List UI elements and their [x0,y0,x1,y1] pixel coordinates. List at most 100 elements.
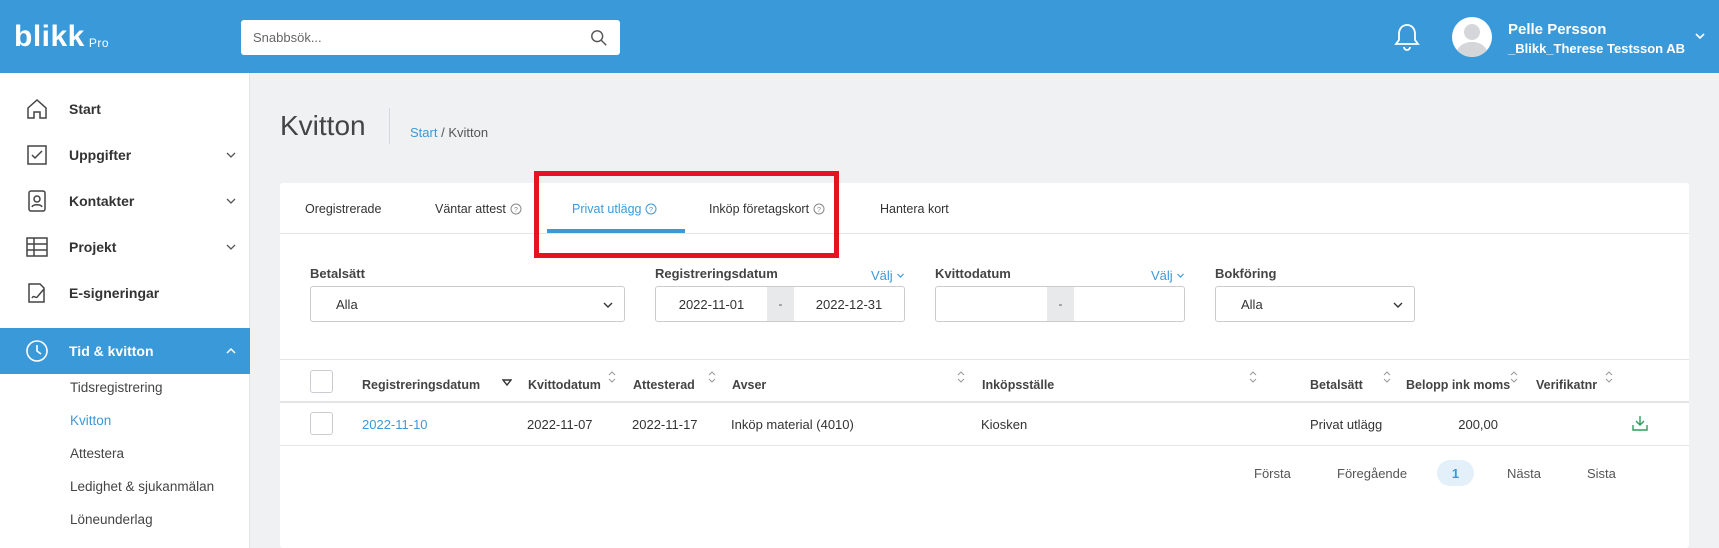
sort-icon[interactable] [1248,370,1258,384]
valj-label: Välj [1151,268,1173,283]
chevron-down-icon [603,302,613,308]
pagination-last[interactable]: Sista [1587,466,1616,481]
kvittodatum-to[interactable] [1074,287,1184,321]
tab-oregistrerade[interactable]: Oregistrerade [305,202,381,216]
sidebar-item-e-signeringar[interactable]: E-signeringar [0,270,250,316]
sidebar-item-start[interactable]: Start [0,86,250,132]
sidebar-item-label: Tid & kvitton [69,343,154,359]
kvittodatum-from[interactable] [936,287,1047,321]
valj-kvittodatum[interactable]: Välj [1151,268,1185,283]
column-header-inkopsstalle[interactable]: Inköpsställe [982,378,1054,392]
sidebar-item-kontakter[interactable]: Kontakter [0,178,250,224]
logo-suffix: Pro [88,36,110,50]
sidebar-subitem-attestera[interactable]: Attestera [70,446,124,461]
row-checkbox[interactable] [310,412,333,435]
contact-card-icon [28,190,46,212]
tab-vantar-attest[interactable]: Väntar attest? [435,202,522,216]
registreringsdatum-range: 2022-11-01 - 2022-12-31 [655,286,905,322]
chevron-down-icon [1393,302,1403,308]
sort-icon[interactable] [707,370,717,384]
tab-label: Oregistrerade [305,202,382,216]
breadcrumb-home-link[interactable]: Start [410,125,437,140]
clock-icon [26,340,48,362]
sidebar-item-label: Start [69,101,101,117]
user-company[interactable]: _Blikk_Therese Testsson AB [1508,41,1685,56]
title-divider [389,108,390,144]
sidebar-subitem-kvitton[interactable]: Kvitton [70,413,111,428]
breadcrumb-separator: / [437,125,449,140]
column-header-betalsatt[interactable]: Betalsätt [1310,378,1363,392]
cell-inkopsstalle: Kiosken [981,417,1028,432]
tab-hantera-kort[interactable]: Hantera kort [880,202,949,216]
avatar[interactable] [1452,17,1492,57]
download-icon[interactable] [1631,414,1649,432]
sidebar-item-label: Kontakter [69,193,135,209]
table-icon [26,237,48,257]
pagination-previous[interactable]: Föregående [1337,466,1407,481]
column-header-avser[interactable]: Avser [732,378,766,392]
pagination-first[interactable]: Första [1254,466,1291,481]
sidebar-subitem-tidsregistrering[interactable]: Tidsregistrering [70,380,163,395]
page-title: Kvitton [280,110,366,141]
sort-icon[interactable] [956,370,966,384]
table-row: 2022-11-10 2022-11-07 2022-11-17 Inköp m… [280,403,1689,446]
table-header: Registreringsdatum Kvittodatum Attestera… [280,359,1689,403]
pagination-current-page[interactable]: 1 [1437,460,1474,486]
cell-registreringsdatum[interactable]: 2022-11-10 [362,417,428,432]
column-header-attesterad[interactable]: Attesterad [633,378,695,392]
sort-icon[interactable] [1604,370,1614,384]
filter-label-bokforing: Bokföring [1215,266,1277,281]
breadcrumb: Start / Kvitton [410,125,488,140]
chevron-down-icon [226,152,236,158]
pagination-next[interactable]: Nästa [1507,466,1541,481]
date-range-separator: - [1047,287,1074,321]
home-icon [27,98,47,119]
sort-desc-icon[interactable] [502,376,512,390]
breadcrumb-current: Kvitton [448,125,489,140]
cell-belopp: 200,00 [1458,417,1498,432]
tab-bar: Oregistrerade Väntar attest? Privat utlä… [280,183,1689,234]
sidebar-item-uppgifter[interactable]: Uppgifter [0,132,250,178]
chevron-down-icon [1177,273,1185,278]
checkbox-icon [27,145,47,165]
signature-icon [28,283,45,303]
registreringsdatum-from[interactable]: 2022-11-01 [656,287,767,321]
sort-icon[interactable] [1509,370,1519,384]
red-highlight-annotation [534,171,839,258]
sort-icon[interactable] [1382,370,1392,384]
bokforing-select[interactable]: Alla [1215,286,1415,322]
cell-avser: Inköp material (4010) [731,417,854,432]
column-header-registreringsdatum[interactable]: Registreringsdatum [362,378,480,392]
sidebar-subitem-ledighet[interactable]: Ledighet & sjukanmälan [70,479,214,494]
valj-registreringsdatum[interactable]: Välj [871,268,905,283]
receipts-card: Oregistrerade Väntar attest? Privat utlä… [280,171,1689,548]
column-header-belopp[interactable]: Belopp ink moms [1406,378,1510,392]
select-value: Alla [336,296,358,312]
filter-label-registreringsdatum: Registreringsdatum [655,266,778,281]
user-name[interactable]: Pelle Persson [1508,21,1606,38]
sidebar-item-tid-kvitton[interactable]: Tid & kvitton [0,328,250,374]
sidebar-item-label: Uppgifter [69,147,132,163]
search-icon[interactable] [590,29,608,47]
column-header-verifikatnr[interactable]: Verifikatnr [1536,378,1597,392]
help-icon[interactable]: ? [510,203,522,215]
cell-attesterad: 2022-11-17 [632,417,698,432]
sidebar-item-projekt[interactable]: Projekt [0,224,250,270]
search-input[interactable] [253,30,590,45]
tab-label: Hantera kort [880,202,949,216]
blikk-logo[interactable]: blikk Pro [14,20,109,54]
sort-icon[interactable] [607,370,617,384]
filter-label-kvittodatum: Kvittodatum [935,266,1011,281]
column-header-kvittodatum[interactable]: Kvittodatum [528,378,601,392]
sidebar-item-label: E-signeringar [69,285,160,301]
betalsatt-select[interactable]: Alla [310,286,625,322]
user-silhouette-icon [1456,24,1488,57]
bell-icon[interactable] [1393,22,1421,52]
chevron-down-icon[interactable] [1694,30,1706,42]
svg-text:?: ? [514,207,518,214]
registreringsdatum-to[interactable]: 2022-12-31 [794,287,904,321]
valj-label: Välj [871,268,893,283]
sidebar-subitem-loneunderlag[interactable]: Löneunderlag [70,512,153,527]
logo-text: blikk [14,20,85,53]
select-all-checkbox[interactable] [310,370,333,393]
